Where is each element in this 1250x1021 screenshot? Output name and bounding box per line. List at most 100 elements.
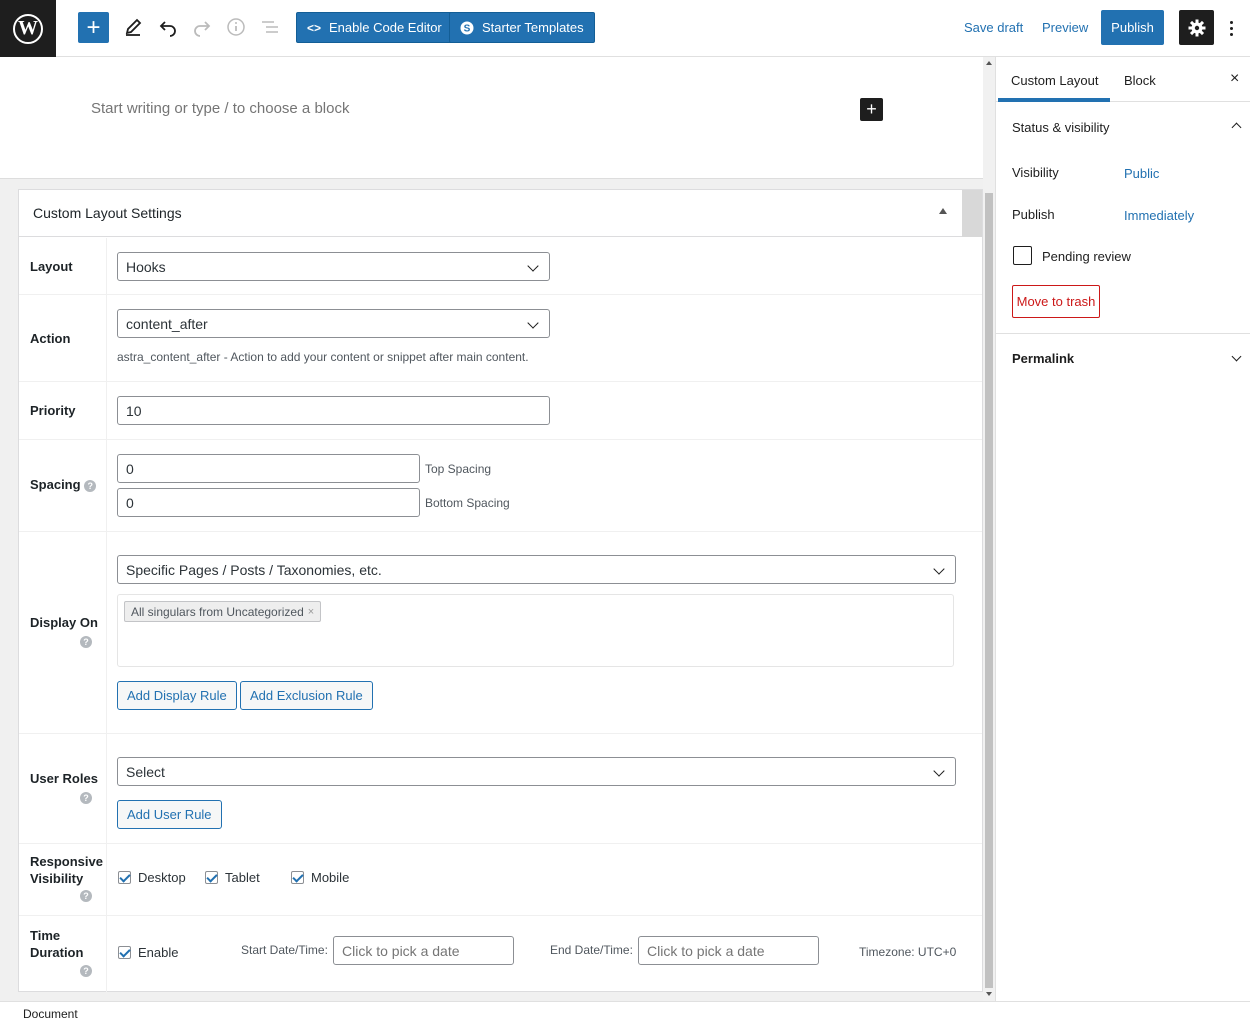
spacing-label: Spacing [30, 477, 81, 492]
user-roles-select[interactable]: Select [117, 757, 956, 786]
add-display-rule-button[interactable]: Add Display Rule [117, 681, 237, 710]
action-select[interactable]: content_after [117, 309, 550, 338]
time-duration-label: Time Duration [30, 928, 84, 960]
priority-input[interactable]: 10 [117, 396, 550, 425]
collapse-arrow-icon[interactable] [939, 208, 947, 214]
publish-button[interactable]: Publish [1101, 10, 1164, 45]
move-to-trash-button[interactable]: Move to trash [1012, 285, 1100, 318]
time-duration-row: Time Duration ? Enable Start Date/Time: C… [19, 916, 982, 992]
display-on-select[interactable]: Specific Pages / Posts / Taxonomies, etc… [117, 555, 956, 584]
help-icon[interactable]: ? [80, 792, 92, 804]
enable-time-label: Enable [138, 945, 179, 960]
desktop-checkbox[interactable] [118, 871, 131, 884]
list-view-icon[interactable] [257, 14, 283, 40]
scroll-up-icon[interactable] [986, 61, 992, 65]
help-icon[interactable]: ? [84, 480, 97, 492]
tablet-label: Tablet [225, 870, 260, 885]
sidebar-tabs: Custom Layout Block × [996, 57, 1250, 102]
save-draft-button[interactable]: Save draft [964, 20, 1023, 35]
chevron-up-icon[interactable] [1231, 122, 1242, 133]
enable-code-editor-button[interactable]: <> Enable Code Editor [296, 12, 453, 43]
scrollbar-thumb[interactable] [985, 193, 993, 988]
action-row: Action content_after astra_content_after… [19, 295, 982, 382]
redo-icon[interactable] [189, 14, 215, 40]
permalink-panel-title[interactable]: Permalink [1012, 351, 1074, 366]
mobile-checkbox[interactable] [291, 871, 304, 884]
user-roles-row: User Roles ? Select Add User Rule [19, 734, 982, 844]
chevron-down-icon [933, 563, 945, 575]
tablet-checkbox[interactable] [205, 871, 218, 884]
starter-templates-icon: S [460, 21, 474, 35]
block-editor-canvas[interactable]: Start writing or type / to choose a bloc… [0, 57, 983, 178]
footer-breadcrumb-bar: Document [0, 1001, 1250, 1021]
tab-block[interactable]: Block [1124, 73, 1156, 88]
help-icon[interactable]: ? [80, 890, 92, 902]
pencil-tools-icon[interactable] [120, 14, 146, 40]
user-roles-label: User Roles [30, 771, 98, 786]
spacing-row: Spacing ? 0 Top Spacing 0 Bottom Spacing [19, 440, 982, 532]
settings-gear-icon[interactable] [1179, 10, 1214, 45]
display-rule-selection[interactable]: All singulars from Uncategorized × [117, 594, 954, 667]
desktop-label: Desktop [138, 870, 186, 885]
svg-text:S: S [464, 23, 471, 34]
add-user-rule-button[interactable]: Add User Rule [117, 800, 222, 829]
undo-icon[interactable] [155, 14, 181, 40]
chevron-down-icon [527, 260, 539, 272]
layout-label: Layout [30, 259, 73, 274]
top-spacing-label: Top Spacing [425, 462, 492, 476]
code-icon: <> [307, 20, 322, 35]
priority-row: Priority 10 [19, 382, 982, 440]
close-icon[interactable]: × [1230, 70, 1239, 88]
enable-time-checkbox[interactable] [118, 946, 131, 959]
preview-button[interactable]: Preview [1042, 20, 1088, 35]
priority-label: Priority [30, 403, 76, 418]
meta-boxes-area: Custom Layout Settings Layout Hooks Acti… [0, 178, 983, 1001]
more-options-icon[interactable] [1223, 14, 1239, 42]
bottom-spacing-input[interactable]: 0 [117, 488, 420, 517]
visibility-value-button[interactable]: Public [1124, 166, 1159, 181]
end-date-input[interactable]: Click to pick a date [638, 936, 819, 965]
display-on-row: Display On ? Specific Pages / Posts / Ta… [19, 532, 982, 734]
timezone-text: Timezone: UTC+0 [859, 945, 957, 959]
mobile-label: Mobile [311, 870, 350, 885]
action-label: Action [30, 331, 71, 346]
top-toolbar: W + <> Enable Code Editor S Starter Temp… [0, 0, 1250, 57]
help-icon[interactable]: ? [80, 965, 92, 977]
starter-templates-button[interactable]: S Starter Templates [449, 12, 595, 43]
start-date-label: Start Date/Time: [241, 943, 328, 957]
responsive-visibility-row: Responsive Visibility ? Desktop Tablet Mo… [19, 844, 982, 916]
chevron-down-icon [933, 765, 945, 777]
layout-row: Layout Hooks [19, 238, 982, 295]
rule-chip: All singulars from Uncategorized × [124, 601, 322, 622]
display-on-label: Display On [30, 615, 98, 630]
add-block-button[interactable]: + [78, 12, 109, 43]
chevron-down-icon[interactable] [1231, 351, 1242, 362]
tab-custom-layout[interactable]: Custom Layout [1011, 73, 1098, 88]
status-visibility-panel-title[interactable]: Status & visibility [1012, 120, 1110, 135]
inline-add-block-button[interactable]: + [860, 98, 883, 121]
chevron-down-icon [527, 317, 539, 329]
layout-select[interactable]: Hooks [117, 252, 550, 281]
bottom-spacing-label: Bottom Spacing [425, 496, 510, 510]
publish-date-button[interactable]: Immediately [1124, 208, 1194, 223]
info-icon[interactable] [223, 14, 249, 40]
settings-sidebar: Custom Layout Block × Status & visibilit… [995, 57, 1250, 1001]
add-exclusion-rule-button[interactable]: Add Exclusion Rule [240, 681, 373, 710]
start-date-input[interactable]: Click to pick a date [333, 936, 514, 965]
publish-label: Publish [1012, 207, 1055, 222]
pending-review-label: Pending review [1042, 249, 1131, 264]
block-placeholder[interactable]: Start writing or type / to choose a bloc… [91, 100, 349, 117]
responsive-visibility-label: Responsive Visibility [30, 854, 103, 886]
pending-review-checkbox[interactable] [1013, 246, 1032, 265]
meta-box-title: Custom Layout Settings [33, 205, 182, 221]
scroll-down-icon[interactable] [986, 992, 992, 996]
help-icon[interactable]: ? [80, 636, 92, 648]
end-date-label: End Date/Time: [550, 943, 633, 957]
custom-layout-settings-box: Custom Layout Settings Layout Hooks Acti… [18, 189, 983, 992]
remove-chip-icon[interactable]: × [308, 606, 314, 618]
visibility-label: Visibility [1012, 165, 1059, 180]
meta-box-header[interactable]: Custom Layout Settings [19, 190, 982, 237]
active-tab-indicator [998, 98, 1110, 102]
wordpress-logo-icon[interactable]: W [0, 0, 56, 57]
top-spacing-input[interactable]: 0 [117, 454, 420, 483]
